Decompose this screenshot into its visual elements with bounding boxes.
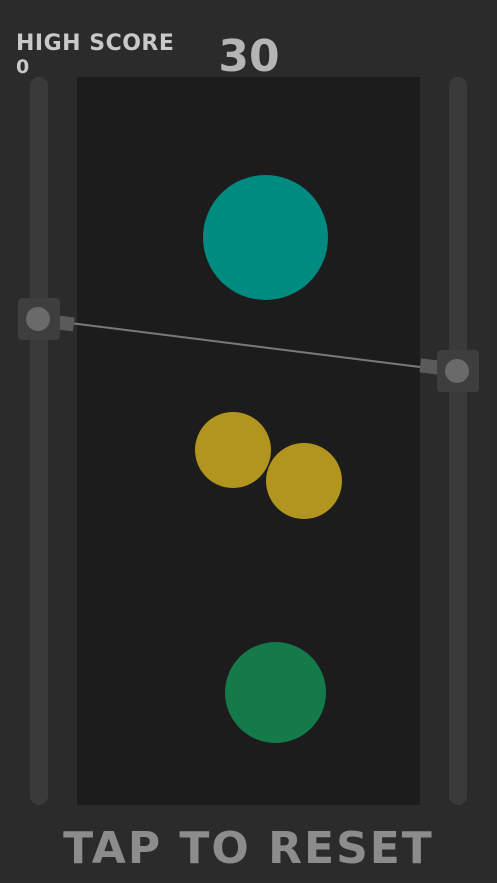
- right-handle-knob: [445, 359, 469, 383]
- left-slider-handle[interactable]: [18, 298, 60, 340]
- yellow-ball-left: [195, 412, 271, 488]
- right-slider-handle[interactable]: [437, 350, 479, 392]
- tap-to-reset-button[interactable]: TAP TO RESET: [0, 820, 497, 878]
- left-handle-knob: [26, 307, 50, 331]
- green-ball: [225, 642, 326, 743]
- teal-ball: [203, 175, 328, 300]
- yellow-ball-right: [266, 443, 342, 519]
- aim-line: [69, 322, 429, 369]
